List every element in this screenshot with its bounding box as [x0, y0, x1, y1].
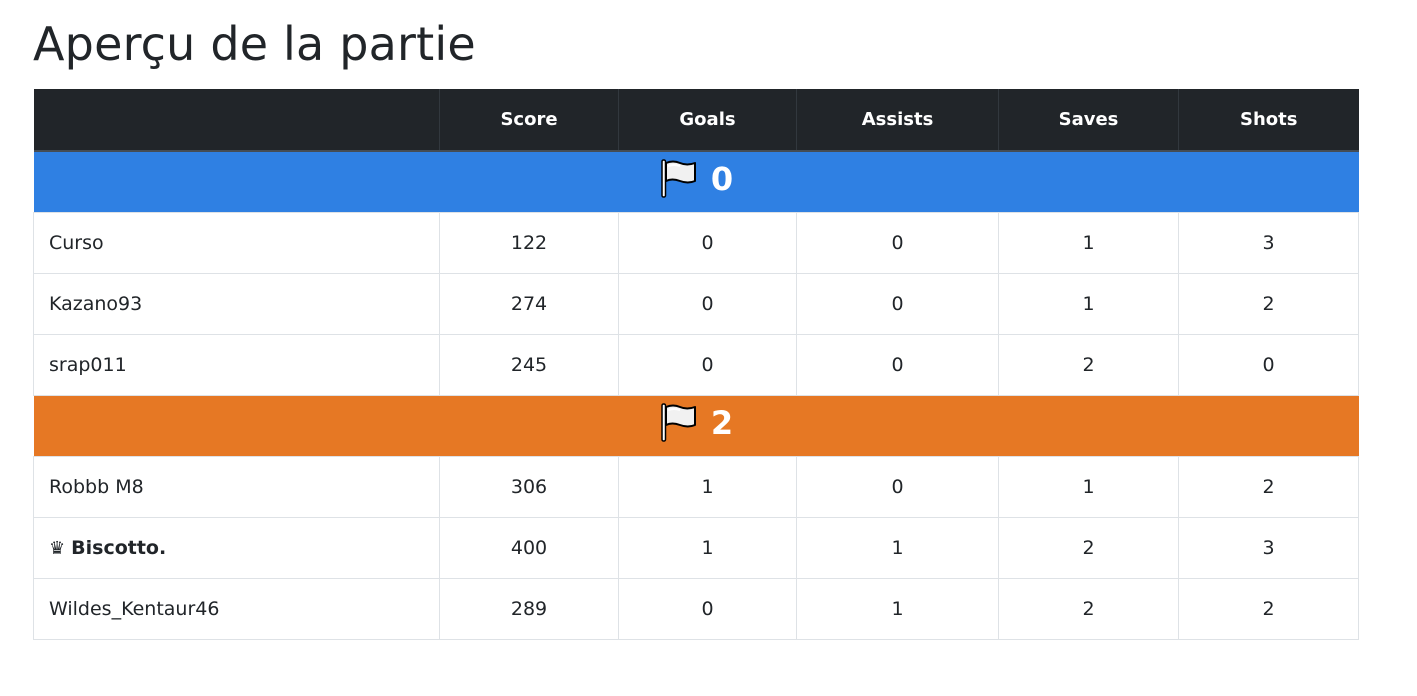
player-name: Wildes_Kentaur46: [33, 577, 440, 640]
player-saves: 2: [998, 333, 1179, 396]
scoreboard-header: Score Goals Assists Saves Shots: [33, 89, 1359, 152]
player-name-cell: ♛ Biscotto.: [33, 516, 440, 579]
player-score: 122: [439, 211, 619, 274]
team-cell: 2: [33, 395, 1359, 456]
player-assists: 1: [796, 577, 999, 640]
header-shots: Shots: [1178, 89, 1359, 152]
player-assists: 0: [796, 333, 999, 396]
player-saves: 2: [998, 577, 1179, 640]
header-saves: Saves: [998, 89, 1179, 152]
table-row: Robbb M8 306 1 0 1 2: [33, 455, 1359, 518]
player-shots: 3: [1178, 211, 1359, 274]
player-assists: 0: [796, 211, 999, 274]
player-score: 289: [439, 577, 619, 640]
table-row: srap011 245 0 0 2 0: [33, 333, 1359, 396]
match-overview-page: Aperçu de la partie Score Goals Assists …: [0, 0, 1417, 640]
header-player: [33, 89, 440, 152]
table-row: Wildes_Kentaur46 289 0 1 2 2: [33, 577, 1359, 640]
player-name: Kazano93: [33, 272, 440, 335]
player-assists: 0: [796, 272, 999, 335]
player-score: 274: [439, 272, 619, 335]
team-score: 2: [710, 403, 734, 442]
table-row: ♛ Biscotto. 400 1 1 2 3: [33, 516, 1359, 579]
player-saves: 2: [998, 516, 1179, 579]
player-shots: 0: [1178, 333, 1359, 396]
header-row: Score Goals Assists Saves Shots: [33, 89, 1359, 152]
table-row: Curso 122 0 0 1 3: [33, 211, 1359, 274]
player-assists: 0: [796, 455, 999, 518]
scoreboard-table: Score Goals Assists Saves Shots 0 Curso …: [33, 89, 1359, 640]
header-assists: Assists: [796, 89, 999, 152]
player-score: 245: [439, 333, 619, 396]
player-goals: 1: [618, 516, 797, 579]
player-shots: 2: [1178, 455, 1359, 518]
player-goals: 0: [618, 333, 797, 396]
player-saves: 1: [998, 211, 1179, 274]
player-score: 400: [439, 516, 619, 579]
player-goals: 0: [618, 272, 797, 335]
player-goals: 0: [618, 577, 797, 640]
crown-icon: ♛: [49, 537, 66, 559]
flag-icon: [661, 402, 696, 442]
player-name: srap011: [33, 333, 440, 396]
player-goals: 1: [618, 455, 797, 518]
header-goals: Goals: [618, 89, 797, 152]
player-saves: 1: [998, 272, 1179, 335]
player-assists: 1: [796, 516, 999, 579]
player-shots: 2: [1178, 577, 1359, 640]
player-goals: 0: [618, 211, 797, 274]
table-row: Kazano93 274 0 0 1 2: [33, 272, 1359, 335]
player-name: Biscotto.: [71, 536, 167, 559]
player-saves: 1: [998, 455, 1179, 518]
player-shots: 2: [1178, 272, 1359, 335]
team-cell: 0: [33, 151, 1359, 212]
team-row-orange: 2: [33, 395, 1359, 456]
player-shots: 3: [1178, 516, 1359, 579]
player-score: 306: [439, 455, 619, 518]
flag-icon: [661, 159, 696, 198]
page-title: Aperçu de la partie: [33, 17, 476, 71]
player-name: Robbb M8: [33, 455, 440, 518]
header-score: Score: [439, 89, 619, 152]
team-score: 0: [710, 159, 734, 198]
team-row-blue: 0: [33, 151, 1359, 212]
player-name: Curso: [33, 211, 440, 274]
